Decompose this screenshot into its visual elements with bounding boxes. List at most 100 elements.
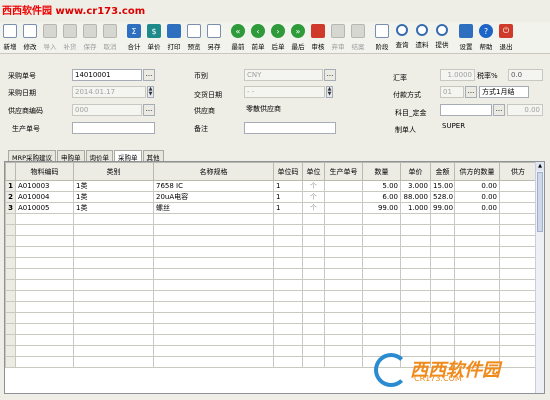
grid-cell-sup_qty[interactable]: 0.00 [454, 180, 500, 192]
currency-lookup-button[interactable]: ... [324, 69, 336, 81]
grid-column-header[interactable]: 类别 [73, 162, 154, 181]
grid-column-header[interactable]: 单位 [302, 162, 325, 181]
grid-cell-name[interactable]: 7658 IC [153, 180, 274, 192]
grid-cell-unit[interactable]: 个 [302, 202, 325, 214]
account-lookup-button[interactable]: ... [493, 104, 505, 116]
toolbar-price-button[interactable]: $ 单价 [144, 22, 164, 54]
po-no-lookup-button[interactable]: ... [143, 69, 155, 81]
remark-field[interactable] [244, 122, 336, 134]
table-row[interactable]: 1 A010003 1类 7658 IC 1 个 5.00 3.000 15.00 0.00 [5, 180, 537, 192]
tab-1[interactable]: 申购单 [57, 150, 85, 162]
grid-cell-supplier[interactable] [499, 180, 537, 192]
toolbar-prev-button[interactable]: ‹ 前单 [248, 22, 268, 54]
toolbar-print-button[interactable]: 打印 [164, 22, 184, 54]
delivery-date-field[interactable]: - - [244, 86, 325, 98]
grid-cell-unit_code[interactable]: 1 [273, 191, 303, 203]
grid-vertical-scrollbar[interactable]: ▲ [535, 162, 544, 393]
grid-cell-unit[interactable]: 个 [302, 191, 325, 203]
grid-cell-price[interactable]: 3.000 [400, 180, 431, 192]
grid-column-header[interactable]: 名称规格 [153, 162, 274, 181]
grid-cell-amount[interactable]: 99.00 [430, 202, 455, 214]
grid-column-header[interactable]: 金额 [430, 162, 455, 181]
toolbar-import-button[interactable]: 导入 [40, 22, 60, 54]
toolbar-first-button[interactable]: « 最前 [228, 22, 248, 54]
toolbar-preview-button[interactable]: 预览 [184, 22, 204, 54]
scroll-up-icon[interactable]: ▲ [536, 162, 544, 171]
grid-cell-cat[interactable]: 1类 [73, 180, 154, 192]
grid-cell-qty[interactable]: 99.00 [362, 202, 401, 214]
toolbar-supply-button[interactable]: 提供 [432, 22, 452, 54]
grid-cell-code[interactable]: A010004 [15, 191, 74, 203]
production-no-field[interactable] [72, 122, 155, 134]
delivery-date-spinner[interactable]: ▲ ▼ [326, 86, 333, 98]
grid-cell-qty[interactable]: 5.00 [362, 180, 401, 192]
table-row[interactable]: 3 A010005 1类 螺丝 1 个 99.00 1.000 99.00 0.00 [5, 202, 537, 214]
grid-cell-supplier[interactable] [499, 202, 537, 214]
toolbar-settings-button[interactable]: 设置 [456, 22, 476, 54]
grid-cell-sup_qty[interactable]: 0.00 [454, 202, 500, 214]
payment-name-field[interactable]: 方式1月结 [479, 86, 529, 98]
toolbar-total-button[interactable]: Σ 合计 [124, 22, 144, 54]
toolbar-edit-button[interactable]: 修改 [20, 22, 40, 54]
grid-cell-sup_qty[interactable]: 0.00 [454, 191, 500, 203]
toolbar-unaudit-button[interactable]: 弃审 [328, 22, 348, 54]
account-field[interactable] [440, 104, 492, 116]
grid-cell-prod_no[interactable] [324, 202, 363, 214]
grid-cell-name[interactable]: 20uA电容 [153, 191, 274, 203]
po-date-spinner[interactable]: ▲ ▼ [147, 86, 154, 98]
toolbar-exit-button[interactable]: ⏻ 退出 [496, 22, 516, 54]
grid-cell-price[interactable]: 1.000 [400, 202, 431, 214]
grid-cell-unit_code[interactable]: 1 [273, 180, 303, 192]
toolbar-save-button[interactable]: 保存 [80, 22, 100, 54]
grid-cell-cat[interactable]: 1类 [73, 202, 154, 214]
grid-cell-unit[interactable]: 个 [302, 180, 325, 192]
grid-cell-prod_no[interactable] [324, 180, 363, 192]
po-no-field[interactable]: 14010001 [72, 69, 142, 81]
grid-cell-amount[interactable]: 528.0 [430, 191, 455, 203]
tab-4[interactable]: 其他 [142, 150, 164, 162]
toolbar-cancel-button[interactable]: 取消 [100, 22, 120, 54]
grid-column-header[interactable]: 供方 [499, 162, 537, 181]
grid-cell-name[interactable]: 螺丝 [153, 202, 274, 214]
grid-cell-qty[interactable]: 6.00 [362, 191, 401, 203]
supplier-code-lookup-button[interactable]: ... [143, 104, 155, 116]
deposit-field[interactable]: 0.00 [507, 104, 543, 116]
tab-2[interactable]: 询价单 [85, 150, 114, 162]
toolbar-last-button[interactable]: » 最后 [288, 22, 308, 54]
payment-lookup-button[interactable]: ... [465, 86, 477, 98]
toolbar-new-button[interactable]: 新增 [0, 22, 20, 54]
po-date-field[interactable]: 2014.01.17 [72, 86, 146, 98]
grid-column-header[interactable]: 供方的数量 [454, 162, 500, 181]
scroll-thumb[interactable] [537, 172, 543, 232]
grid-column-header[interactable]: 单位码 [273, 162, 303, 181]
grid-cell-code[interactable]: A010003 [15, 180, 74, 192]
toolbar-help-button[interactable]: ? 帮助 [476, 22, 496, 54]
supplier-code-field[interactable]: 000 [72, 104, 142, 116]
grid-column-header[interactable]: 物料编码 [15, 162, 74, 181]
toolbar-stage-button[interactable]: 阶段 [372, 22, 392, 54]
grid-cell-unit_code[interactable]: 1 [273, 202, 303, 214]
toolbar-copy-button[interactable]: 补货 [60, 22, 80, 54]
toolbar-next-button[interactable]: › 后单 [268, 22, 288, 54]
grid-column-header[interactable]: 单价 [400, 162, 431, 181]
grid-cell-amount[interactable]: 15.00 [430, 180, 455, 192]
grid-cell-code[interactable]: A010005 [15, 202, 74, 214]
table-row[interactable]: 2 A010004 1类 20uA电容 1 个 6.00 88.000 528.0 0.00 [5, 191, 537, 203]
grid-column-header[interactable]: 生产单号 [324, 162, 363, 181]
tab-3[interactable]: 采购单 [114, 150, 142, 162]
payment-code-field[interactable]: 01 [440, 86, 464, 98]
tax-field[interactable]: 0.0 [508, 69, 543, 81]
toolbar-audit-button[interactable]: 审核 [308, 22, 328, 54]
currency-field[interactable]: CNY [244, 69, 323, 81]
rate-field[interactable]: 1.0000 [440, 69, 475, 81]
grid-column-header[interactable] [5, 162, 16, 181]
toolbar-source-button[interactable]: 遗料 [412, 22, 432, 54]
toolbar-query-button[interactable]: 查询 [392, 22, 412, 54]
grid-cell-cat[interactable]: 1类 [73, 191, 154, 203]
grid-column-header[interactable]: 数量 [362, 162, 401, 181]
toolbar-discard-button[interactable]: 结案 [348, 22, 368, 54]
grid-cell-prod_no[interactable] [324, 191, 363, 203]
tab-0[interactable]: MRP采购建议 [8, 150, 57, 162]
toolbar-saveas-button[interactable]: 另存 [204, 22, 224, 54]
grid-cell-supplier[interactable] [499, 191, 537, 203]
